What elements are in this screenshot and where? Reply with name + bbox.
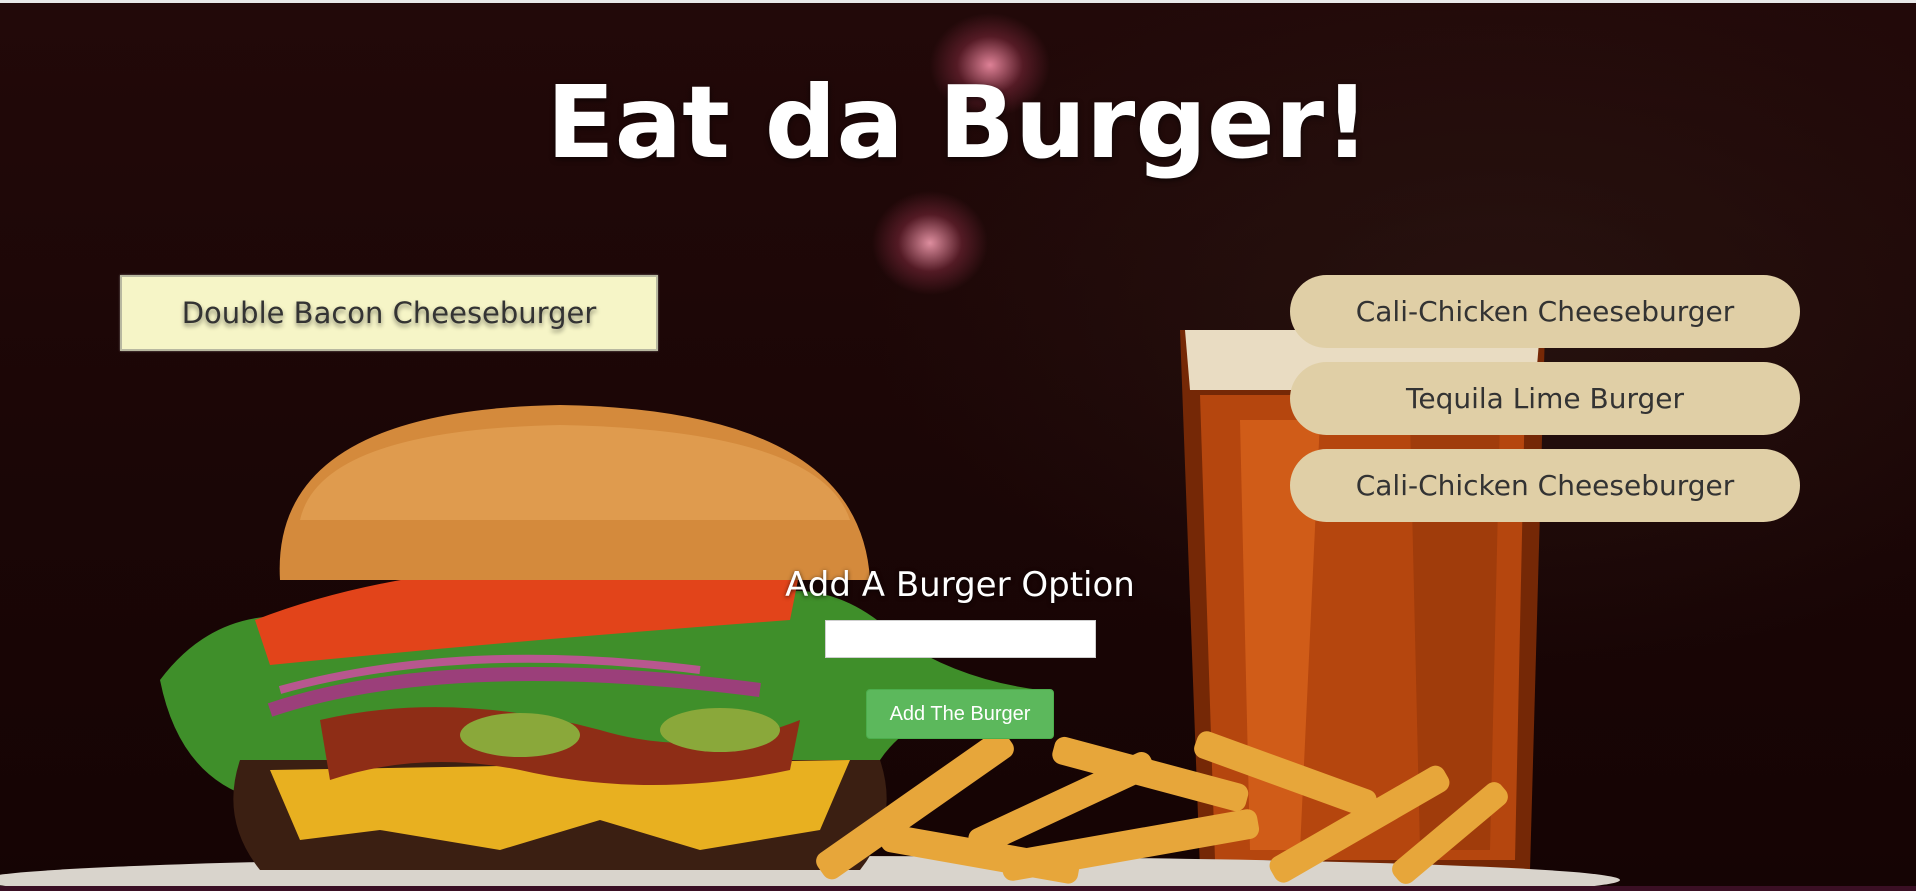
bottom-border xyxy=(0,886,1916,891)
burger-item-devour-button[interactable]: Cali-Chicken Cheeseburger xyxy=(1290,275,1800,348)
add-burger-button[interactable]: Add The Burger xyxy=(866,689,1054,739)
add-burger-label: Add A Burger Option xyxy=(785,565,1135,605)
devoured-burger-item[interactable]: Double Bacon Cheeseburger xyxy=(120,275,658,351)
burger-item-devour-button[interactable]: Tequila Lime Burger xyxy=(1290,362,1800,435)
burger-name-input[interactable] xyxy=(825,620,1096,658)
burger-item-devour-button[interactable]: Cali-Chicken Cheeseburger xyxy=(1290,449,1800,522)
page-title: Eat da Burger! xyxy=(546,64,1370,181)
